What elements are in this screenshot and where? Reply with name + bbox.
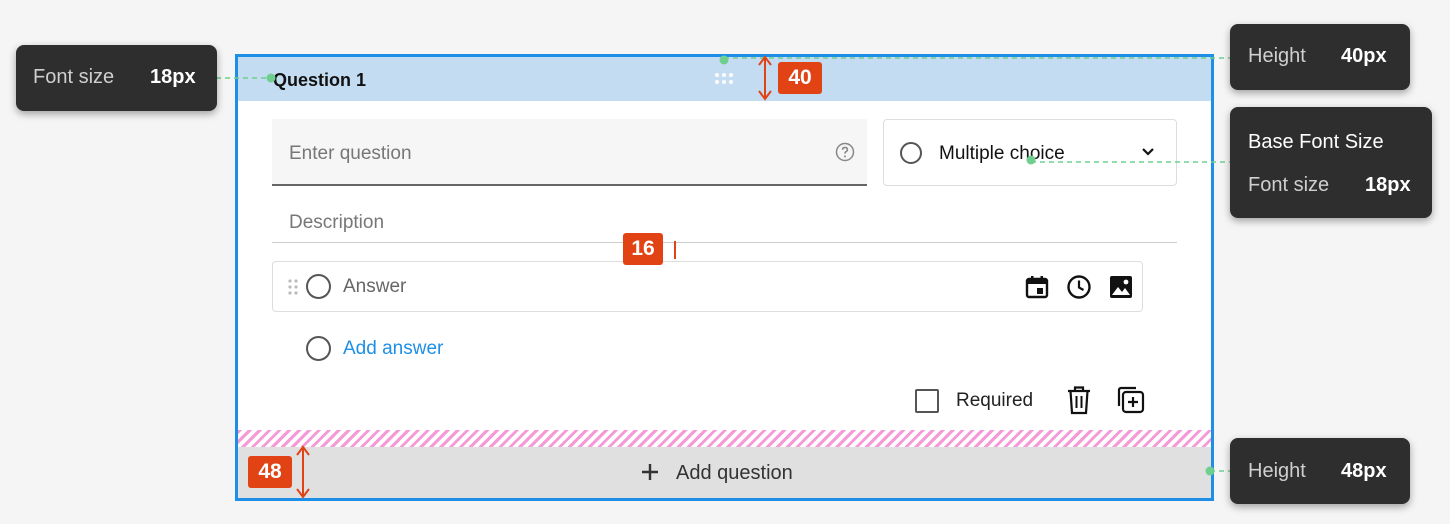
tooltip-key: Height: [1248, 460, 1306, 482]
spacing-badge: 16: [623, 233, 663, 265]
answer-input[interactable]: Answer: [343, 276, 406, 298]
font-size-tooltip: Font size 18px: [16, 45, 217, 111]
calendar-icon[interactable]: [1024, 274, 1050, 300]
answer-radio-icon: [306, 274, 331, 299]
question-type-label: Multiple choice: [939, 143, 1065, 164]
type-radio-icon: [900, 142, 922, 164]
add-answer-radio-icon: [306, 336, 331, 361]
add-question-label: Add question: [676, 462, 793, 484]
question-type-select[interactable]: Multiple choice: [883, 119, 1177, 186]
required-checkbox[interactable]: [915, 389, 939, 413]
tooltip-value: 18px: [1365, 174, 1411, 196]
copy-add-icon[interactable]: [1114, 384, 1146, 416]
description-input[interactable]: Description: [289, 212, 384, 234]
tooltip-title: Base Font Size: [1248, 131, 1384, 153]
tooltip-value: 48px: [1341, 460, 1387, 482]
hatch-spacing-indicator: [238, 430, 1211, 447]
description-underline: [272, 242, 1177, 243]
drag-dots-icon[interactable]: [714, 72, 734, 86]
trash-icon[interactable]: [1065, 384, 1093, 416]
footer-height-tooltip: Height 48px: [1230, 438, 1410, 504]
tooltip-value: 40px: [1341, 45, 1387, 67]
question-title: Question 1: [273, 70, 367, 90]
question-input-placeholder: Enter question: [289, 143, 412, 164]
header-height-badge: 40: [778, 62, 822, 94]
answer-row[interactable]: Answer: [272, 261, 1143, 312]
image-icon[interactable]: [1108, 274, 1134, 300]
add-answer-link[interactable]: Add answer: [343, 338, 443, 360]
add-question-button[interactable]: Add question: [238, 447, 1211, 498]
required-label: Required: [956, 390, 1034, 411]
plus-icon: [642, 464, 658, 480]
chevron-down-icon: [1142, 148, 1154, 156]
grip-icon[interactable]: [287, 278, 299, 296]
help-circle-icon[interactable]: [835, 142, 855, 162]
question-header: Question 1: [238, 57, 1211, 101]
question-card: Question 1 Enter question Multiple choic…: [235, 54, 1214, 501]
tooltip-key: Font size: [1248, 174, 1330, 196]
question-input[interactable]: Enter question: [272, 119, 867, 186]
footer-height-badge: 48: [248, 456, 292, 488]
clock-icon[interactable]: [1066, 274, 1092, 300]
base-font-size-tooltip: Base Font Size Font size 18px: [1230, 107, 1432, 218]
tooltip-key: Height: [1248, 45, 1306, 67]
tooltip-key: Font size: [33, 66, 115, 88]
header-height-tooltip: Height 40px: [1230, 24, 1410, 90]
tooltip-value: 18px: [150, 66, 196, 88]
